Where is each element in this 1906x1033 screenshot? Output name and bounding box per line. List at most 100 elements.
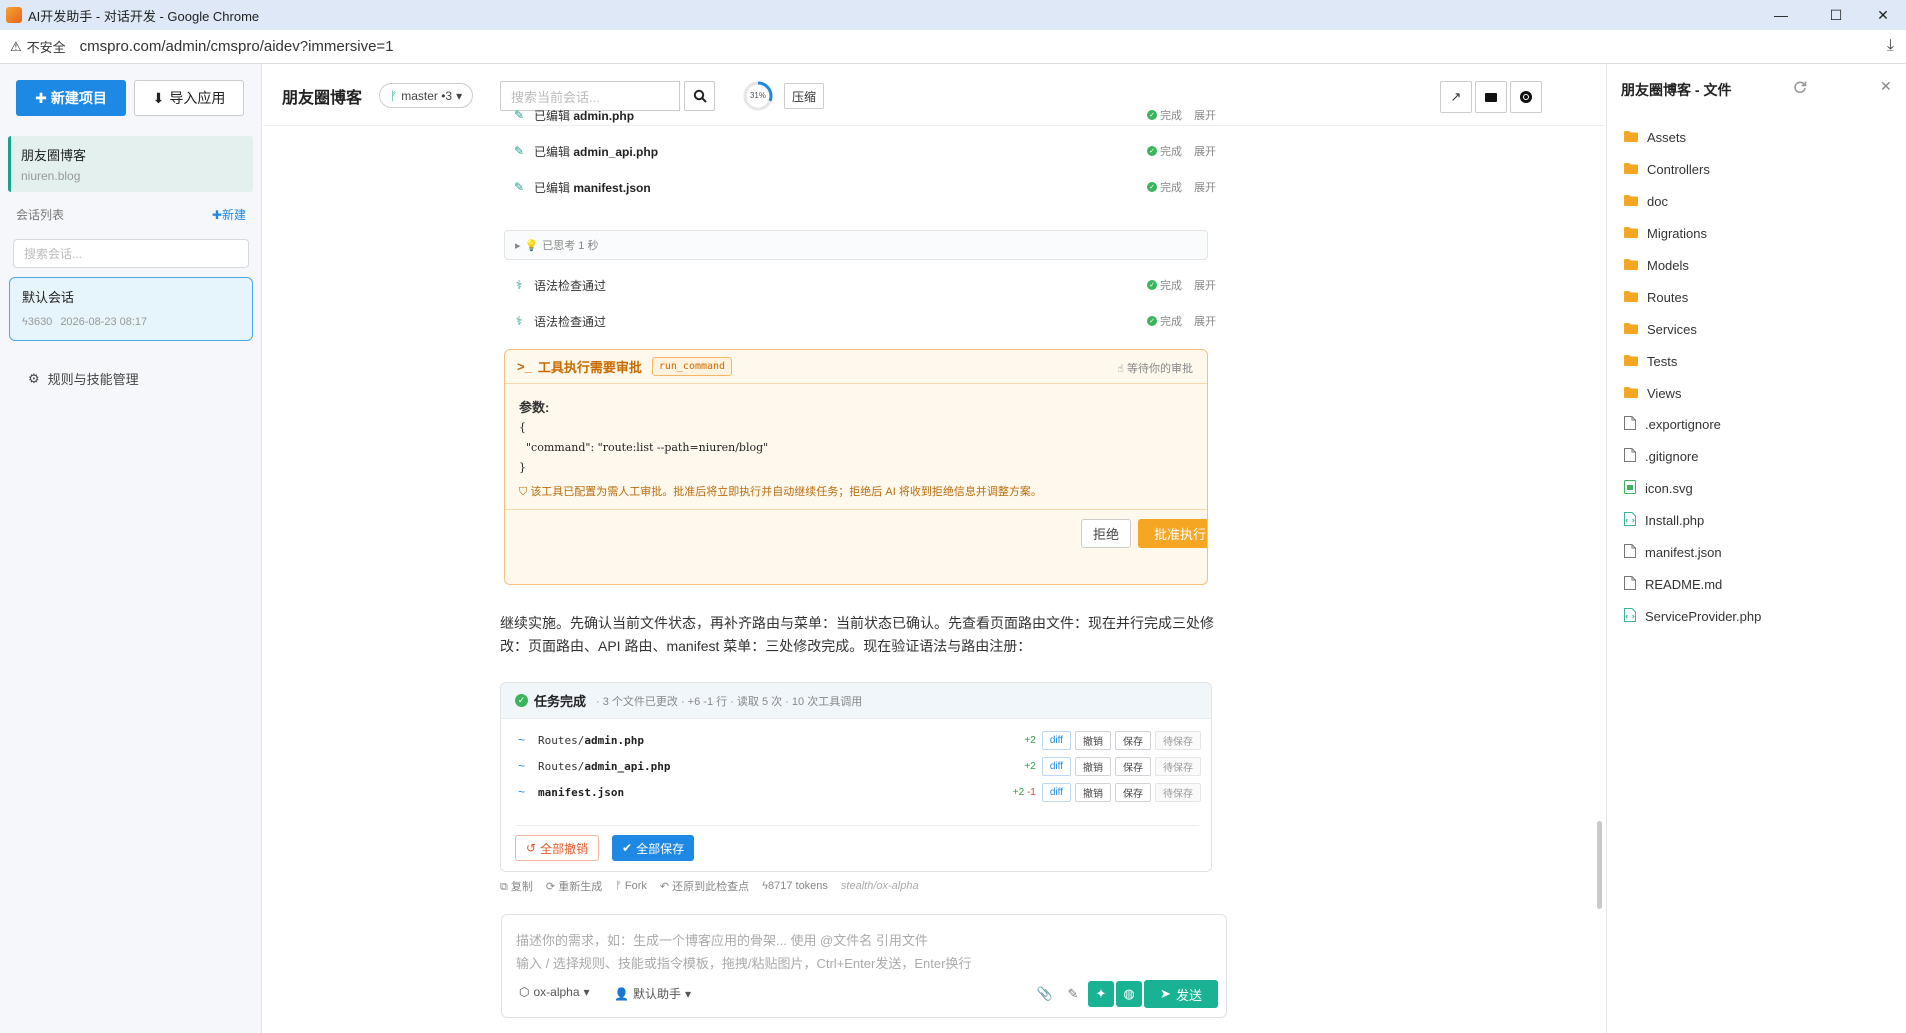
log-edit-row: ✎ 已编辑 admin_api.php ✓ 完成 展开 [504, 136, 1224, 166]
web-toggle[interactable]: ◍ [1116, 981, 1142, 1007]
copy-action[interactable]: ⧉ 复制 [500, 878, 533, 894]
file-path[interactable]: manifest.json [538, 786, 1013, 799]
import-app-button[interactable]: ⬇ 导入应用 [134, 80, 244, 116]
folder-button[interactable] [1475, 81, 1507, 113]
file-icon [1624, 416, 1636, 433]
reject-button[interactable]: 拒绝 [1081, 519, 1131, 548]
refresh-icon[interactable] [1793, 80, 1807, 97]
save-button[interactable]: 保存 [1115, 756, 1151, 776]
new-project-button[interactable]: ✚ 新建项目 [16, 80, 126, 116]
close-icon[interactable]: ✕ [1880, 78, 1892, 95]
save-button[interactable]: 保存 [1115, 782, 1151, 802]
expand-link[interactable]: 展开 [1194, 143, 1216, 159]
attach-button[interactable]: 📎 [1032, 981, 1058, 1007]
expand-link[interactable]: 展开 [1194, 277, 1216, 293]
security-indicator[interactable]: ⚠ 不安全 [10, 37, 66, 56]
close-window-icon[interactable]: ✕ [1860, 0, 1906, 30]
file-dir: Routes/ [538, 733, 585, 747]
pencil-icon: ✎ [513, 108, 525, 122]
expand-link[interactable]: 展开 [1194, 313, 1216, 329]
folder-item[interactable]: Tests [1624, 345, 1761, 377]
task-summary-card: ✓ 任务完成 · 3 个文件已更改 · +6 -1 行 · 读取 5 次 · 1… [500, 682, 1212, 872]
left-sidebar: ✚ 新建项目 ⬇ 导入应用 朋友圈博客 niuren.blog 会话列表 ✚新建… [0, 64, 262, 1033]
save-button[interactable]: 保存 [1115, 730, 1151, 750]
user-icon: 👤 [614, 986, 629, 1001]
folder-item[interactable]: Models [1624, 250, 1761, 282]
stethoscope-icon: ⚕ [515, 314, 523, 328]
folder-item[interactable]: Views [1624, 377, 1761, 409]
file-icon [1624, 448, 1636, 465]
file-item[interactable]: manifest.json [1624, 537, 1761, 569]
agent-selector[interactable]: 👤 默认助手 ▾ [614, 985, 691, 1002]
folder-item[interactable]: Services [1624, 313, 1761, 345]
undo-button[interactable]: 撤销 [1075, 782, 1111, 802]
download-icon[interactable]: ⤓ [1887, 37, 1894, 55]
undo-all-label: 全部撤销 [540, 841, 589, 856]
log-status: 完成 [1160, 110, 1182, 122]
diff-button[interactable]: diff [1041, 782, 1071, 802]
file-item[interactable]: README.md [1624, 568, 1761, 600]
message-composer[interactable]: 描述你的需求，如：生成一个博客应用的骨架... 使用 @文件名 引用文件 输入 … [501, 914, 1227, 1018]
undo-button[interactable]: 撤销 [1075, 756, 1111, 776]
folder-item[interactable]: Migrations [1624, 218, 1761, 250]
pencil-icon: ✎ [513, 144, 525, 158]
file-name: Assets [1647, 130, 1687, 146]
open-external-button[interactable]: ↗ [1440, 81, 1472, 113]
file-item[interactable]: .exportignore [1624, 409, 1761, 441]
scrollbar-thumb[interactable] [1597, 821, 1602, 909]
file-path[interactable]: Routes/admin_api.php [538, 760, 1024, 773]
conversation-item[interactable]: 默认会话 ϟ3630 2026-08-23 08:17 [9, 277, 253, 341]
auto-mode-toggle[interactable]: ✦ [1088, 981, 1114, 1007]
chrome-icon [1520, 91, 1532, 103]
magic-button[interactable]: ✎ [1060, 981, 1086, 1007]
url-text[interactable]: cmspro.com/admin/cmspro/aidev?immersive=… [80, 38, 394, 55]
agent-selector-label: 默认助手 [632, 987, 681, 1001]
restore-checkpoint-action[interactable]: ↶ 还原到此检查点 [660, 878, 749, 894]
conversation-tokens: ϟ3630 [22, 316, 52, 328]
minimize-icon[interactable]: — [1758, 0, 1804, 30]
diff-button[interactable]: diff [1041, 756, 1071, 776]
file-item[interactable]: icon.svg [1624, 473, 1761, 505]
folder-item[interactable]: Routes [1624, 281, 1761, 313]
import-app-label: 导入应用 [169, 90, 226, 106]
regenerate-action[interactable]: ⟳ 重新生成 [546, 878, 602, 894]
fork-action[interactable]: ᚠ Fork [615, 880, 647, 892]
file-item[interactable]: ServiceProvider.php [1624, 600, 1761, 632]
file-name: manifest.json [1645, 545, 1722, 561]
undo-button[interactable]: 撤销 [1075, 730, 1111, 750]
branch-selector[interactable]: ᚠ master •3 ▾ [379, 83, 474, 108]
project-card[interactable]: 朋友圈博客 niuren.blog [8, 136, 253, 192]
file-name: manifest.json [538, 785, 625, 799]
file-item[interactable]: Install.php [1624, 505, 1761, 537]
folder-item[interactable]: Assets [1624, 122, 1761, 154]
caret-down-icon: ▾ [456, 88, 463, 103]
send-button[interactable]: ➤ 发送 [1144, 980, 1218, 1008]
rules-skills-link[interactable]: ⚙ 规则与技能管理 [28, 369, 139, 388]
folder-item[interactable]: Controllers [1624, 154, 1761, 186]
file-path[interactable]: Routes/admin.php [538, 734, 1024, 747]
file-item[interactable]: .gitignore [1624, 441, 1761, 473]
maximize-icon[interactable]: ☐ [1813, 0, 1859, 30]
address-bar[interactable]: ⚠ 不安全 cmspro.com/admin/cmspro/aidev?imme… [0, 30, 1906, 64]
expand-link[interactable]: 展开 [1194, 107, 1216, 123]
plus-icon: ✚ [211, 208, 222, 222]
model-selector[interactable]: ⬡ ox-alpha ▾ [519, 985, 590, 999]
approve-button[interactable]: 批准执行 [1138, 519, 1207, 548]
placeholder-line: 描述你的需求，如：生成一个博客应用的骨架... 使用 @文件名 引用文件 [516, 933, 928, 948]
folder-icon [1624, 322, 1638, 337]
window-title: AI开发助手 - 对话开发 - Google Chrome [28, 8, 260, 24]
new-conversation-link[interactable]: ✚新建 [212, 206, 246, 223]
project-domain: niuren.blog [21, 169, 81, 183]
composer-placeholder[interactable]: 描述你的需求，如：生成一个博客应用的骨架... 使用 @文件名 引用文件 输入 … [516, 929, 971, 975]
expand-link[interactable]: 展开 [1194, 179, 1216, 195]
diff-button[interactable]: diff [1041, 730, 1071, 750]
browser-button[interactable] [1510, 81, 1542, 113]
shield-icon: ⛉ [519, 486, 528, 498]
copy-icon: ⧉ [500, 881, 508, 893]
conversation-search-input[interactable]: 搜索会话... [13, 239, 249, 268]
undo-all-button[interactable]: ↺ 全部撤销 [515, 835, 600, 861]
save-all-button[interactable]: ✔ 全部保存 [612, 835, 695, 861]
folder-item[interactable]: doc [1624, 186, 1761, 218]
thinking-toggle[interactable]: ▸ 💡 已思考 1 秒 [504, 230, 1208, 260]
log-prefix: 已编辑 [534, 108, 571, 123]
